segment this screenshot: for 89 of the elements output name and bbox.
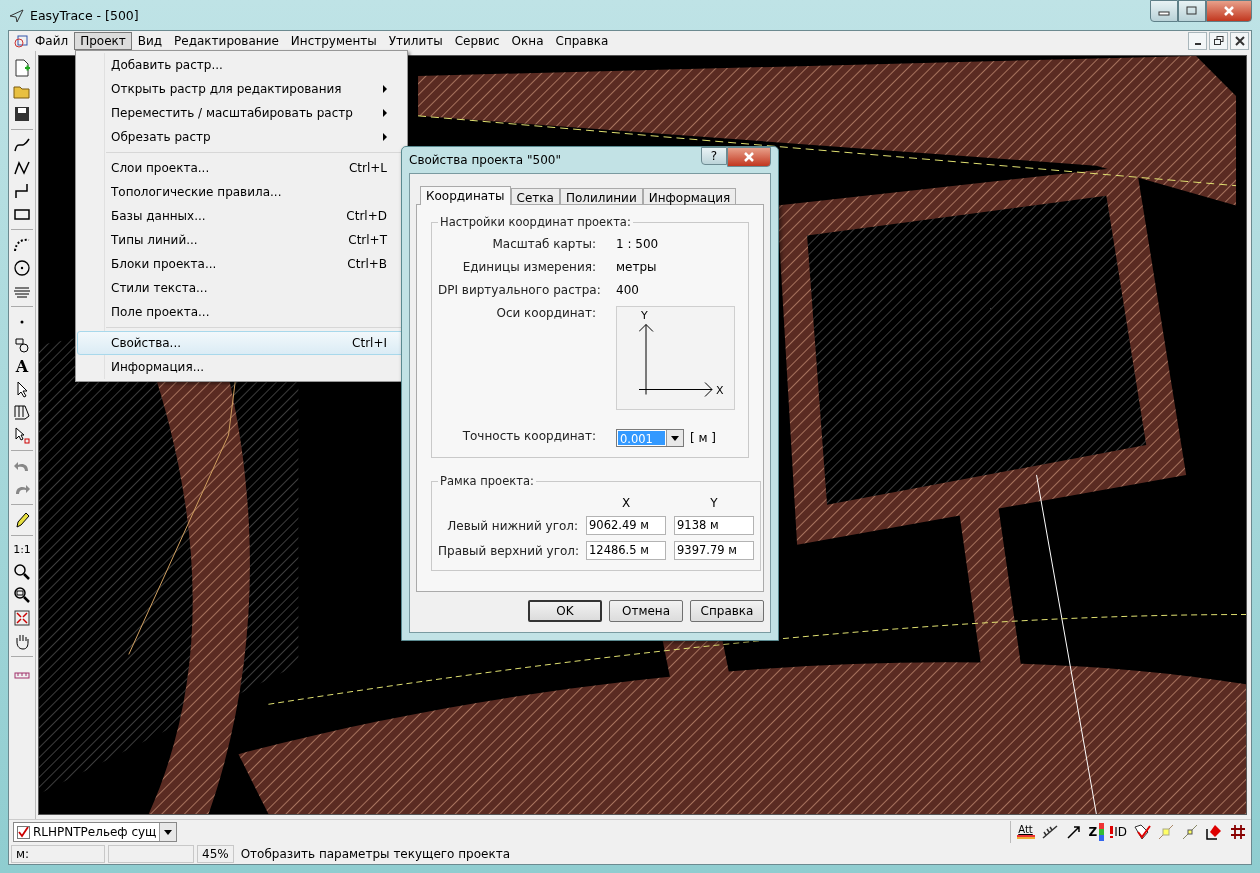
submenu-arrow-icon	[383, 133, 387, 141]
tab[interactable]: Полилинии	[559, 188, 643, 204]
check-icon	[18, 826, 29, 838]
field-label: Масштаб карты:	[491, 237, 596, 251]
save-icon[interactable]	[13, 105, 31, 123]
zoom-icon[interactable]	[13, 563, 31, 581]
zoom-extents-icon[interactable]	[13, 609, 31, 627]
color-bar-icon	[1099, 823, 1105, 841]
app-icon	[8, 7, 24, 23]
layer-fill-icon[interactable]	[1205, 823, 1223, 841]
input-field[interactable]: 12486.5 м	[586, 541, 666, 560]
dialog-button[interactable]: Справка	[690, 600, 764, 622]
menu-item[interactable]: Обрезать растр	[77, 125, 406, 149]
dialog-button[interactable]: OK	[528, 600, 602, 622]
dialog-button[interactable]: Отмена	[609, 600, 683, 622]
column-header: Y	[709, 496, 719, 510]
curve-icon[interactable]	[13, 136, 31, 154]
menu-item[interactable]: Сервис	[448, 32, 506, 50]
pencil-icon[interactable]	[13, 511, 31, 529]
text-tool[interactable]: A	[15, 359, 29, 375]
app-logo-icon	[13, 33, 29, 49]
menu-item[interactable]: Инструменты	[284, 32, 383, 50]
layer-checkbox[interactable]	[17, 825, 30, 839]
field-label: Правый верхний угол:	[438, 543, 578, 558]
axes-arrows-icon	[639, 324, 713, 397]
field-value: метры	[616, 260, 658, 274]
menu-item[interactable]: Окна	[505, 32, 550, 50]
circle-icon[interactable]	[13, 259, 31, 277]
menu-item[interactable]: Справка	[549, 32, 615, 50]
axis-label: Y	[641, 309, 648, 322]
axis-label: X	[716, 384, 724, 397]
zoom-window-icon[interactable]	[13, 586, 31, 604]
window-title: EasyTrace - [500]	[30, 7, 139, 23]
input-field[interactable]: 9397.79 м	[674, 541, 754, 560]
check-tag-icon[interactable]	[1133, 823, 1151, 841]
z-values-button[interactable]: Z	[1088, 823, 1105, 841]
menu-item[interactable]: Открыть растр для редактирования	[77, 77, 406, 101]
maximize-icon[interactable]	[1185, 5, 1199, 17]
maximize-button[interactable]	[1178, 0, 1206, 22]
status-message: Отобразить параметры текущего проекта	[239, 847, 511, 861]
caret-icon	[163, 828, 174, 836]
caret-icon	[670, 434, 680, 442]
input-field[interactable]: 9062.49 м	[586, 516, 666, 535]
unit-label: [ м ]	[690, 431, 717, 445]
id-button[interactable]: ID	[1110, 825, 1127, 839]
snap-node-icon[interactable]	[1157, 823, 1175, 841]
tab[interactable]: Сетка	[510, 188, 560, 204]
help-button[interactable]: ?	[701, 147, 727, 165]
close-button[interactable]	[727, 147, 771, 167]
zoom-level: 45%	[197, 845, 234, 863]
group-title: Настройки координат проекта:	[439, 215, 632, 229]
input-field[interactable]: 9138 м	[674, 516, 754, 535]
exclamation-icon	[1110, 826, 1114, 838]
hand-icon[interactable]	[13, 632, 31, 650]
multi-select-icon[interactable]	[13, 403, 31, 421]
menu-item[interactable]: Вид	[131, 32, 169, 50]
new-file-icon[interactable]	[13, 59, 31, 77]
shape-icon[interactable]	[13, 336, 31, 354]
field-value: 400	[616, 283, 640, 297]
menu-item[interactable]: Файл	[29, 32, 75, 50]
field-label: Точность координат:	[461, 429, 596, 443]
menu-item[interactable]: Переместить / масштабировать растр	[77, 101, 406, 125]
field-label: Единицы измерения:	[461, 260, 596, 274]
zoom-actual-size-button[interactable]: 1:1	[13, 542, 31, 558]
menu-item[interactable]: Проект	[74, 32, 132, 50]
color-bar-icon	[1016, 835, 1035, 839]
close-button[interactable]	[1206, 0, 1252, 22]
tab[interactable]: Информация	[642, 188, 737, 204]
slope-icon[interactable]	[1040, 823, 1059, 841]
column-header: X	[620, 496, 632, 510]
field-value: 1 : 500	[616, 237, 660, 251]
menu-item[interactable]: Редактирование	[168, 32, 285, 50]
group-title: Рамка проекта:	[439, 474, 535, 488]
tab[interactable]: Координаты	[420, 186, 511, 205]
field-label: Оси координат:	[495, 306, 596, 320]
dialog-title: Свойства проекта "500"	[409, 153, 561, 167]
coordinates-label: м:	[11, 845, 105, 863]
snap-point-icon[interactable]	[1181, 823, 1199, 841]
field-label: Левый нижний угол:	[446, 518, 578, 533]
grid-icon[interactable]	[1229, 823, 1247, 841]
step-line-icon[interactable]	[13, 182, 31, 200]
pointer-node-icon[interactable]	[13, 426, 31, 444]
menu-item[interactable]: Добавить растр...	[77, 53, 406, 77]
polyline-icon[interactable]	[13, 159, 31, 177]
layer-dropdown[interactable]: RLHPNTРельеф сущ	[13, 822, 178, 842]
menu-item[interactable]: Утилиты	[382, 32, 449, 50]
submenu-arrow-icon	[383, 85, 387, 93]
attributes-button[interactable]: Att	[1016, 825, 1035, 839]
submenu-arrow-icon	[383, 109, 387, 117]
